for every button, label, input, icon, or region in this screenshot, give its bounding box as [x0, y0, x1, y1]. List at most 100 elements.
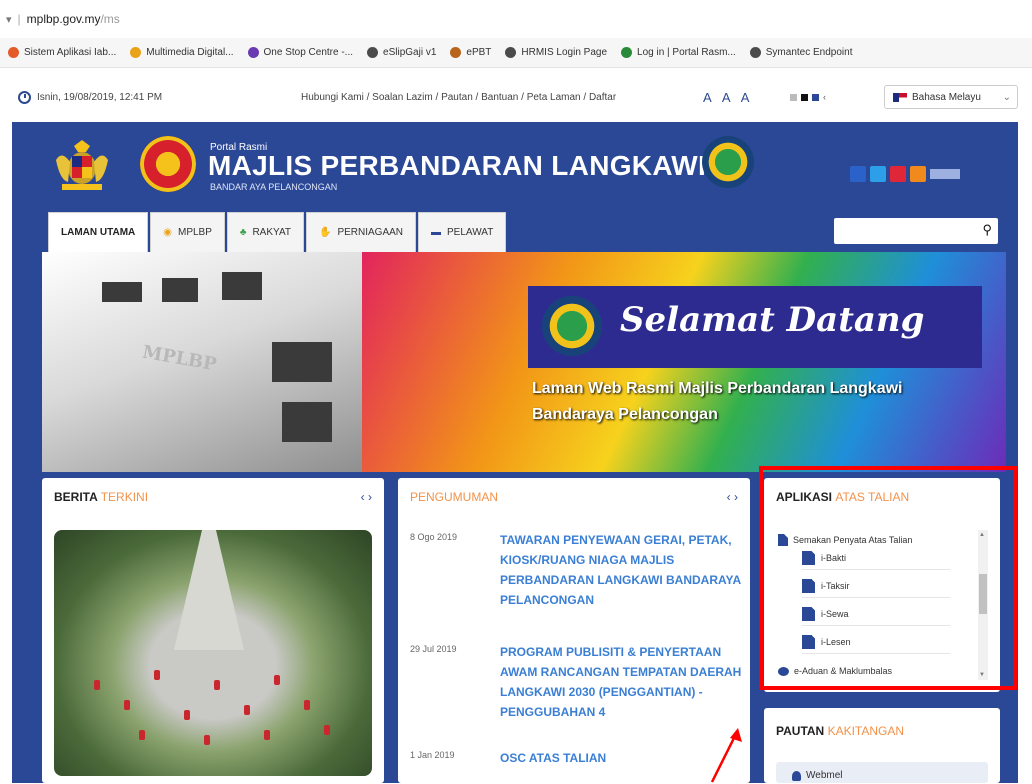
mplbp-logo-icon [702, 136, 754, 188]
annotation-arrow-icon [710, 728, 742, 783]
news-photo[interactable] [54, 530, 372, 776]
building-icon: ◉ [163, 227, 172, 238]
bookmark-label: Symantec Endpoint [765, 47, 853, 58]
tab-label: PERNIAGAAN [337, 227, 404, 238]
facebook-icon[interactable] [850, 166, 866, 182]
bookmark-favicon-icon [130, 47, 142, 58]
building-photo: MPLBP [42, 252, 362, 472]
url-domain: mplbp.gov.my [26, 12, 101, 26]
panel-title: PAUTAN KAKITANGAN [776, 724, 904, 738]
link-label: Webmel [806, 770, 843, 781]
announcement-date: 8 Ogo 2019 [410, 532, 458, 542]
banner-subtitle-1: Laman Web Rasmi Majlis Perbandaran Langk… [532, 380, 903, 397]
tab-mplbp[interactable]: ◉ MPLBP [150, 212, 225, 252]
contrast-controls[interactable]: ‹ [790, 92, 826, 102]
welcome-box: Selamat Datang [528, 286, 982, 368]
msc-badge-icon[interactable] [930, 169, 960, 179]
separator: | [17, 12, 21, 26]
tab-rakyat[interactable]: ♣ RAKYAT [226, 212, 304, 252]
language-label: Bahasa Melayu [912, 91, 981, 103]
welcome-text: Selamat Datang [620, 300, 925, 340]
twitter-icon[interactable] [870, 166, 886, 182]
site-title[interactable]: MAJLIS PERBANDARAN LANGKAWI [208, 150, 706, 182]
rss-icon[interactable] [910, 166, 926, 182]
bookmark-item[interactable]: Symantec Endpoint [749, 47, 853, 58]
bookmark-favicon-icon [621, 47, 633, 58]
bookmark-item[interactable]: Sistem Aplikasi Iab... [8, 47, 116, 58]
utility-links[interactable]: Hubungi Kami / Soalan Lazim / Pautan / B… [301, 92, 616, 103]
title-highlight: TERKINI [100, 490, 149, 504]
pautan-kakitangan-panel: PAUTAN KAKITANGAN Webmel [764, 708, 1000, 783]
tab-pelawat[interactable]: ▬ PELAWAT [418, 212, 507, 252]
datetime-text: Isnin, 19/08/2019, 12:41 PM [37, 91, 163, 103]
bookmark-label: ePBT [466, 47, 492, 58]
bookmark-favicon-icon [8, 47, 19, 58]
mplbp-logo-icon [542, 296, 602, 356]
bookmark-favicon-icon [749, 47, 761, 58]
title-highlight: KAKITANGAN [827, 724, 905, 738]
social-links [850, 166, 960, 182]
bookmark-item[interactable]: Log in | Portal Rasm... [621, 47, 736, 58]
bookmark-item[interactable]: One Stop Centre -... [247, 47, 354, 58]
tab-label: PELAWAT [447, 227, 494, 238]
announcement-headline[interactable]: PROGRAM PUBLISITI & PENYERTAAN AWAM RANC… [500, 642, 752, 722]
tab-perniagaan[interactable]: ✋ PERNIAGAAN [305, 212, 417, 252]
contrast-next-icon[interactable]: ‹ [823, 92, 826, 102]
tab-laman-utama[interactable]: LAMAN UTAMA [48, 212, 149, 252]
bookmark-item[interactable]: eSlipGaji v1 [367, 47, 436, 58]
tab-label: MPLBP [177, 227, 212, 238]
bookmark-favicon-icon [247, 47, 259, 58]
carousel-arrows[interactable]: ‹ › [361, 490, 372, 504]
clock-icon [18, 90, 31, 104]
bookmark-label: Sistem Aplikasi Iab... [24, 47, 117, 58]
panel-title: BERITA TERKINI [54, 490, 148, 504]
bookmark-favicon-icon [505, 47, 517, 58]
kedah-logo-icon [140, 136, 196, 192]
panel-title: PENGUMUMAN [410, 490, 498, 504]
chevron-down-icon: ⌄ [1002, 91, 1011, 103]
datetime-display: Isnin, 19/08/2019, 12:41 PM [18, 90, 163, 104]
title-highlight: PENGUMUMAN [410, 490, 499, 504]
font-size-controls[interactable]: A A A [703, 90, 753, 105]
youtube-icon[interactable] [890, 166, 906, 182]
people-icon: ♣ [239, 227, 247, 238]
url-path: /ms [100, 12, 120, 26]
announcement-date: 1 Jan 2019 [410, 750, 455, 760]
tab-label: LAMAN UTAMA [61, 227, 136, 238]
contrast-blue-icon[interactable] [812, 93, 819, 101]
language-select[interactable]: Bahasa Melayu ⌄ [884, 85, 1018, 109]
title-part: BERITA [54, 490, 98, 504]
bookmark-item[interactable]: Multimedia Digital... [130, 47, 234, 58]
url-text[interactable]: mplbp.gov.my/ms [27, 12, 120, 26]
malaysia-crest-icon[interactable] [52, 140, 112, 192]
bookmark-label: One Stop Centre -... [263, 47, 354, 58]
title-part: PAUTAN [776, 724, 825, 738]
menu-chevron-icon[interactable]: ▾ [6, 13, 12, 26]
bookmark-favicon-icon [367, 47, 379, 58]
banner-subtitle-2: Bandaraya Pelancongan [532, 406, 718, 423]
bookmark-label: Log in | Portal Rasm... [637, 47, 736, 58]
browser-address-bar[interactable]: ▾ | mplbp.gov.my/ms [0, 0, 1032, 38]
site-header: Portal Rasmi MAJLIS PERBANDARAN LANGKAWI… [12, 122, 1018, 212]
berita-terkini-panel: BERITA TERKINI ‹ › [42, 478, 384, 783]
utility-bar: Isnin, 19/08/2019, 12:41 PM Hubungi Kami… [0, 80, 1032, 114]
person-icon [792, 770, 801, 781]
main-nav: LAMAN UTAMA ◉ MPLBP ♣ RAKYAT ✋ PERNIAGAA… [48, 212, 508, 252]
id-card-icon: ▬ [431, 227, 442, 238]
announcement-headline[interactable]: TAWARAN PENYEWAAN GERAI, PETAK, KIOSK/RU… [500, 530, 752, 610]
carousel-arrows[interactable]: ‹ › [727, 490, 738, 504]
bookmark-item[interactable]: ePBT [450, 47, 491, 58]
webmel-link[interactable]: Webmel [792, 770, 843, 781]
contrast-default-icon[interactable] [790, 93, 797, 101]
tab-label: RAKYAT [252, 227, 291, 238]
building-sign: MPLBP [140, 341, 219, 376]
highlight-annotation-box [759, 466, 1017, 690]
contrast-dark-icon[interactable] [801, 93, 808, 101]
site-tagline: BANDAR AYA PELANCONGAN [210, 182, 338, 192]
bookmark-label: eSlipGaji v1 [383, 47, 437, 58]
handshake-icon: ✋ [318, 227, 332, 238]
search-icon[interactable]: ⚲ [982, 222, 992, 238]
bookmark-item[interactable]: HRMIS Login Page [505, 47, 607, 58]
search-box[interactable]: ⚲ [834, 218, 998, 244]
bookmark-favicon-icon [450, 47, 462, 58]
